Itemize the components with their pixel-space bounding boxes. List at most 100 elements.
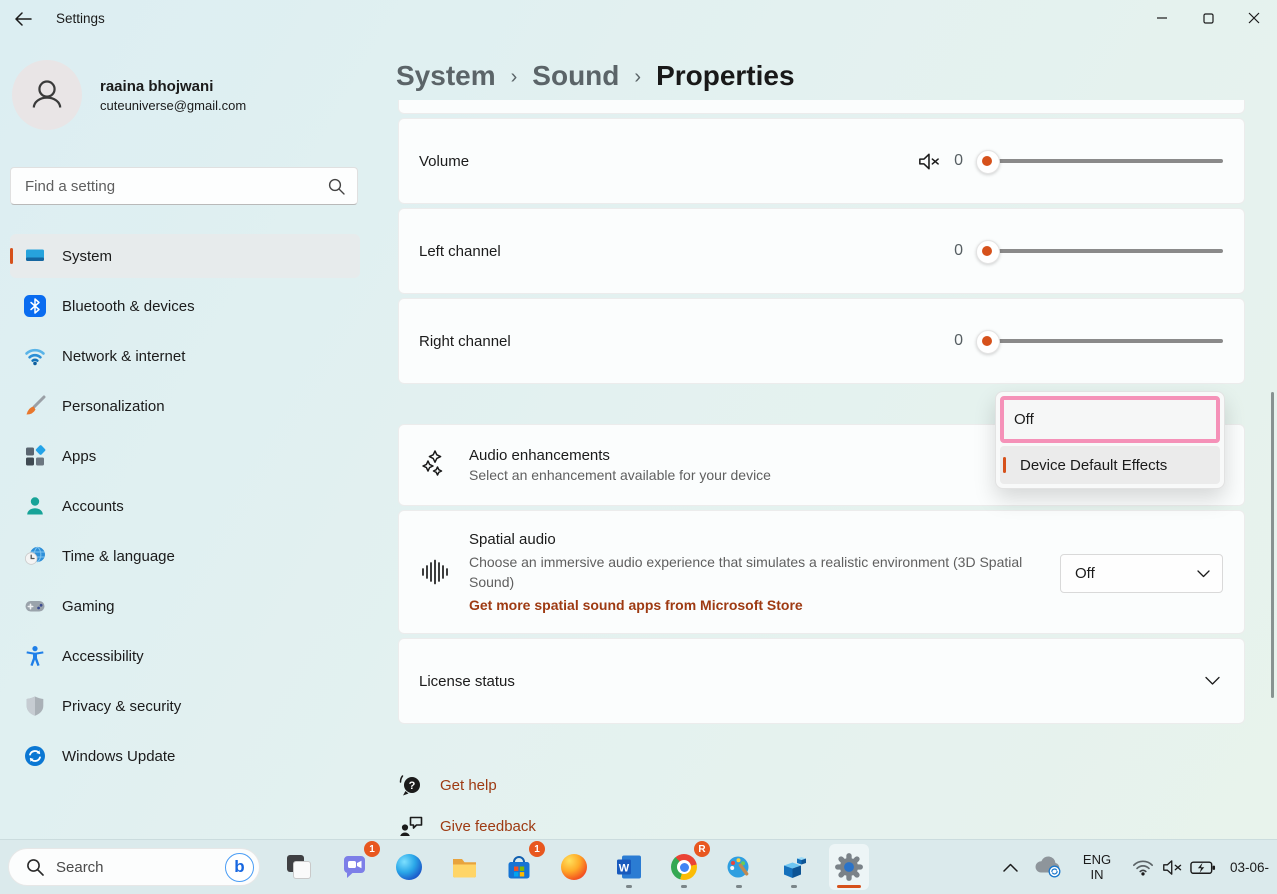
scrollbar-thumb[interactable] [1271, 392, 1274, 698]
accounts-icon [24, 495, 46, 517]
file-explorer-icon [451, 854, 478, 880]
enhancements-dropdown-menu: Off Device Default Effects [995, 391, 1225, 489]
settings-button[interactable] [829, 844, 869, 890]
audio-enhancements-title: Audio enhancements [469, 447, 771, 464]
user-name: raaina bhojwani [100, 78, 246, 95]
tray-show-hidden-icons[interactable] [998, 840, 1022, 894]
minimize-icon [1156, 12, 1168, 24]
sidebar-item-bluetooth-devices[interactable]: Bluetooth & devices [10, 284, 360, 328]
taskbar-search[interactable]: Search b [8, 848, 260, 886]
settings-window: Settings raaina bhojwani cuteuniverse@gm… [0, 0, 1277, 894]
firefox-icon [561, 854, 587, 880]
tray-volume-button[interactable] [1160, 840, 1186, 894]
tray-date: 03-06- [1230, 860, 1269, 875]
volume-row: Volume 0 [398, 118, 1245, 204]
sidebar-item-privacy-security[interactable]: Privacy & security [10, 684, 360, 728]
bing-icon[interactable]: b [225, 853, 254, 882]
right-channel-slider[interactable] [987, 339, 1223, 343]
paint-button[interactable] [719, 844, 759, 890]
sidebar-nav: System Bluetooth & devices Network & int… [10, 234, 360, 784]
running-indicator [736, 885, 742, 888]
chevron-down-icon[interactable] [1205, 677, 1220, 686]
volume-slider[interactable] [987, 159, 1223, 163]
sidebar-item-system[interactable]: System [10, 234, 360, 278]
windows-update-icon [24, 745, 46, 767]
audio-enhancements-subtitle: Select an enhancement available for your… [469, 467, 771, 483]
settings-search-input[interactable] [11, 168, 325, 204]
system-icon [24, 245, 46, 267]
sidebar-item-apps[interactable]: Apps [10, 434, 360, 478]
left-channel-slider-thumb[interactable] [976, 240, 1000, 264]
sidebar-item-gaming[interactable]: Gaming [10, 584, 360, 628]
notification-badge: 1 [529, 841, 545, 857]
ms-store-link[interactable]: Get more spatial sound apps from Microso… [469, 597, 1059, 613]
breadcrumb-separator: › [634, 66, 641, 89]
gaming-icon [24, 595, 46, 617]
sidebar-item-accounts[interactable]: Accounts [10, 484, 360, 528]
sidebar-item-personalization[interactable]: Personalization [10, 384, 360, 428]
firefox-button[interactable] [554, 844, 594, 890]
person-icon [24, 72, 70, 118]
dropdown-option-label: Off [1014, 411, 1034, 428]
user-profile[interactable]: raaina bhojwani cuteuniverse@gmail.com [12, 60, 352, 130]
dropdown-option-label: Device Default Effects [1020, 457, 1167, 474]
taskbar: Search b 1 [0, 839, 1277, 894]
language-code: ENG [1083, 852, 1111, 867]
dropdown-option-off[interactable]: Off [1000, 396, 1220, 443]
language-indicator[interactable]: ENG IN [1076, 840, 1118, 894]
brush-icon [24, 395, 46, 417]
sidebar-item-label: Time & language [62, 548, 175, 565]
back-button[interactable] [6, 4, 40, 34]
breadcrumb-system[interactable]: System [396, 60, 496, 92]
shield-icon [24, 695, 46, 717]
minimize-button[interactable] [1139, 0, 1185, 36]
feedback-icon [398, 813, 424, 839]
user-email: cuteuniverse@gmail.com [100, 98, 246, 113]
get-help-label: Get help [440, 777, 497, 794]
onedrive-tray-button[interactable] [1031, 840, 1065, 894]
sidebar-item-accessibility[interactable]: Accessibility [10, 634, 360, 678]
breadcrumb-sound[interactable]: Sound [532, 60, 619, 92]
task-view-button[interactable] [279, 844, 319, 890]
edge-icon [396, 854, 422, 880]
license-status-row[interactable]: License status [398, 638, 1245, 724]
speaker-muted-icon [1162, 858, 1185, 877]
maximize-button[interactable] [1185, 0, 1231, 36]
word-button[interactable]: W [609, 844, 649, 890]
back-arrow-icon [14, 12, 32, 26]
window-controls [1139, 0, 1277, 36]
sidebar-item-label: Accounts [62, 498, 124, 515]
sidebar-item-label: Gaming [62, 598, 115, 615]
mute-button[interactable] [914, 147, 942, 175]
sidebar-item-windows-update[interactable]: Windows Update [10, 734, 360, 778]
tray-battery-button[interactable] [1188, 840, 1218, 894]
volume-slider-thumb[interactable] [976, 150, 1000, 174]
running-indicator [681, 885, 687, 888]
close-button[interactable] [1231, 0, 1277, 36]
right-channel-slider-thumb[interactable] [976, 330, 1000, 354]
edge-button[interactable] [389, 844, 429, 890]
spatial-audio-description: Choose an immersive audio experience tha… [469, 552, 1059, 592]
sidebar-item-network-internet[interactable]: Network & internet [10, 334, 360, 378]
sidebar-item-time-language[interactable]: Time & language [10, 534, 360, 578]
get-help-link[interactable]: ? Get help [398, 772, 497, 798]
task-view-icon [286, 854, 312, 880]
spatial-audio-value: Off [1075, 565, 1095, 582]
registry-editor-button[interactable] [774, 844, 814, 890]
dropdown-option-device-default-effects[interactable]: Device Default Effects [1000, 446, 1220, 484]
chrome-button[interactable]: R [664, 844, 704, 890]
sidebar-item-label: Bluetooth & devices [62, 298, 195, 315]
waveform-icon [421, 558, 449, 586]
give-feedback-link[interactable]: Give feedback [398, 813, 536, 839]
microsoft-store-button[interactable]: 1 [499, 844, 539, 890]
tray-wifi-button[interactable] [1130, 840, 1156, 894]
spatial-audio-select[interactable]: Off [1060, 554, 1223, 593]
wifi-icon [1132, 859, 1154, 876]
left-channel-slider[interactable] [987, 249, 1223, 253]
settings-gear-icon [834, 852, 864, 882]
wifi-icon [24, 345, 46, 367]
teams-chat-button[interactable]: 1 [334, 844, 374, 890]
file-explorer-button[interactable] [444, 844, 484, 890]
right-channel-value: 0 [954, 332, 963, 350]
tray-clock[interactable]: 03-06- [1230, 840, 1277, 894]
